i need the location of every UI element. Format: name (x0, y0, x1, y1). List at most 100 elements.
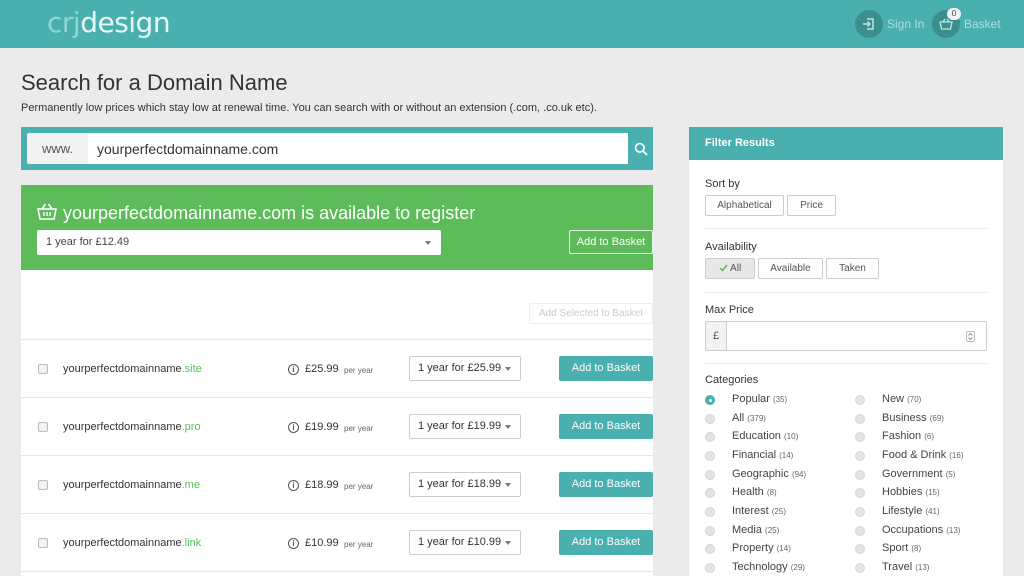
chevron-down-icon (505, 425, 511, 429)
page-subtitle: Permanently low prices which stay low at… (21, 102, 597, 114)
category-name: Food & Drink (882, 449, 947, 461)
sort-alphabetical-button[interactable]: Alphabetical (705, 195, 784, 216)
domain-extension: .pro (181, 421, 201, 433)
category-travel[interactable]: Travel (13) (882, 561, 929, 573)
term-select[interactable]: 1 year for £10.99 (409, 530, 521, 555)
category-radio-education[interactable] (705, 432, 715, 442)
info-icon[interactable]: i (288, 480, 299, 491)
term-select[interactable]: 1 year for £25.99 (409, 356, 521, 381)
sort-price-button[interactable]: Price (787, 195, 836, 216)
category-popular[interactable]: Popular (35) (732, 393, 787, 405)
category-education[interactable]: Education (10) (732, 430, 798, 442)
category-interest[interactable]: Interest (25) (732, 505, 786, 517)
category-radio-occupations[interactable] (855, 526, 865, 536)
category-radio-travel[interactable] (855, 563, 865, 573)
category-name: All (732, 412, 745, 424)
sign-in-icon[interactable] (855, 10, 883, 38)
table-row (21, 571, 653, 576)
row-checkbox[interactable] (38, 538, 48, 548)
category-count: (29) (790, 563, 805, 572)
category-radio-geographic[interactable] (705, 470, 715, 480)
category-occupations[interactable]: Occupations (13) (882, 524, 960, 536)
category-financial[interactable]: Financial (14) (732, 449, 793, 461)
category-radio-government[interactable] (855, 470, 865, 480)
info-icon[interactable]: i (288, 538, 299, 549)
category-count: (35) (772, 395, 788, 404)
www-prefix: www. (27, 133, 88, 164)
add-to-basket-button[interactable]: Add to Basket (559, 472, 653, 497)
term-select[interactable]: 1 year for £18.99 (409, 472, 521, 497)
category-count: (69) (929, 414, 944, 423)
logo[interactable]: crjdesign (47, 6, 171, 39)
category-radio-health[interactable] (705, 488, 715, 498)
domain-search-input[interactable] (88, 133, 628, 164)
availability-taken-button[interactable]: Taken (826, 258, 879, 279)
logo-part-1: crj (47, 6, 81, 39)
add-to-basket-button[interactable]: Add to Basket (559, 414, 653, 439)
search-button[interactable] (628, 127, 653, 170)
category-radio-popular[interactable] (705, 395, 715, 405)
add-to-basket-button[interactable]: Add to Basket (559, 530, 653, 555)
term-select[interactable]: 1 year for £19.99 (409, 414, 521, 439)
category-name: Media (732, 524, 762, 536)
domain-price: £18.99 (305, 479, 339, 491)
domain-name: yourperfectdomainname.site (63, 363, 202, 375)
table-row: yourperfectdomainname.link i £10.99 per … (21, 513, 653, 571)
category-radio-interest[interactable] (705, 507, 715, 517)
category-food-drink[interactable]: Food & Drink (16) (882, 449, 964, 461)
term-value: 1 year for £19.99 (418, 420, 502, 432)
category-radio-technology[interactable] (705, 563, 715, 573)
category-lifestyle[interactable]: Lifestyle (41) (882, 505, 940, 517)
category-property[interactable]: Property (14) (732, 542, 791, 554)
category-name: Financial (732, 449, 777, 461)
chevron-down-icon (505, 541, 511, 545)
category-health[interactable]: Health (8) (732, 486, 777, 498)
category-government[interactable]: Government (5) (882, 468, 955, 480)
category-radio-lifestyle[interactable] (855, 507, 865, 517)
info-icon[interactable]: i (288, 364, 299, 375)
category-business[interactable]: Business (69) (882, 412, 944, 424)
category-new[interactable]: New (70) (882, 393, 921, 405)
domain-label: yourperfectdomainname (63, 363, 182, 375)
category-count: (25) (765, 526, 780, 535)
divider (705, 228, 987, 229)
domain-label: yourperfectdomainname (63, 479, 182, 491)
sign-in-link[interactable]: Sign In (887, 17, 924, 31)
category-all[interactable]: All (379) (732, 412, 766, 424)
category-sport[interactable]: Sport (8) (882, 542, 921, 554)
category-technology[interactable]: Technology (29) (732, 561, 805, 573)
add-to-basket-button[interactable]: Add to Basket (559, 356, 653, 381)
category-radio-business[interactable] (855, 414, 865, 424)
availability-all-button[interactable]: All (705, 258, 755, 279)
chevron-down-icon (505, 483, 511, 487)
category-count: (8) (911, 544, 922, 553)
category-geographic[interactable]: Geographic (94) (732, 468, 806, 480)
category-hobbies[interactable]: Hobbies (15) (882, 486, 940, 498)
category-name: Fashion (882, 430, 922, 442)
category-name: Occupations (882, 524, 944, 536)
add-selected-to-basket-button[interactable]: Add Selected to Basket (529, 303, 653, 324)
availability-available-button[interactable]: Available (758, 258, 823, 279)
registration-term-value: 1 year for £12.49 (46, 236, 130, 248)
category-name: Health (732, 486, 764, 498)
category-radio-new[interactable] (855, 395, 865, 405)
add-to-basket-button[interactable]: Add to Basket (569, 230, 653, 254)
number-stepper-icon[interactable] (966, 331, 975, 342)
row-checkbox[interactable] (38, 364, 48, 374)
category-media[interactable]: Media (25) (732, 524, 779, 536)
category-radio-fashion[interactable] (855, 432, 865, 442)
category-radio-media[interactable] (705, 526, 715, 536)
max-price-input[interactable] (727, 321, 987, 351)
category-radio-sport[interactable] (855, 544, 865, 554)
basket-link[interactable]: Basket (964, 17, 1001, 31)
category-radio-hobbies[interactable] (855, 488, 865, 498)
category-radio-financial[interactable] (705, 451, 715, 461)
category-radio-food-drink[interactable] (855, 451, 865, 461)
registration-term-select[interactable]: 1 year for £12.49 (37, 230, 441, 255)
category-radio-property[interactable] (705, 544, 715, 554)
category-radio-all[interactable] (705, 414, 715, 424)
category-fashion[interactable]: Fashion (6) (882, 430, 934, 442)
info-icon[interactable]: i (288, 422, 299, 433)
row-checkbox[interactable] (38, 422, 48, 432)
row-checkbox[interactable] (38, 480, 48, 490)
